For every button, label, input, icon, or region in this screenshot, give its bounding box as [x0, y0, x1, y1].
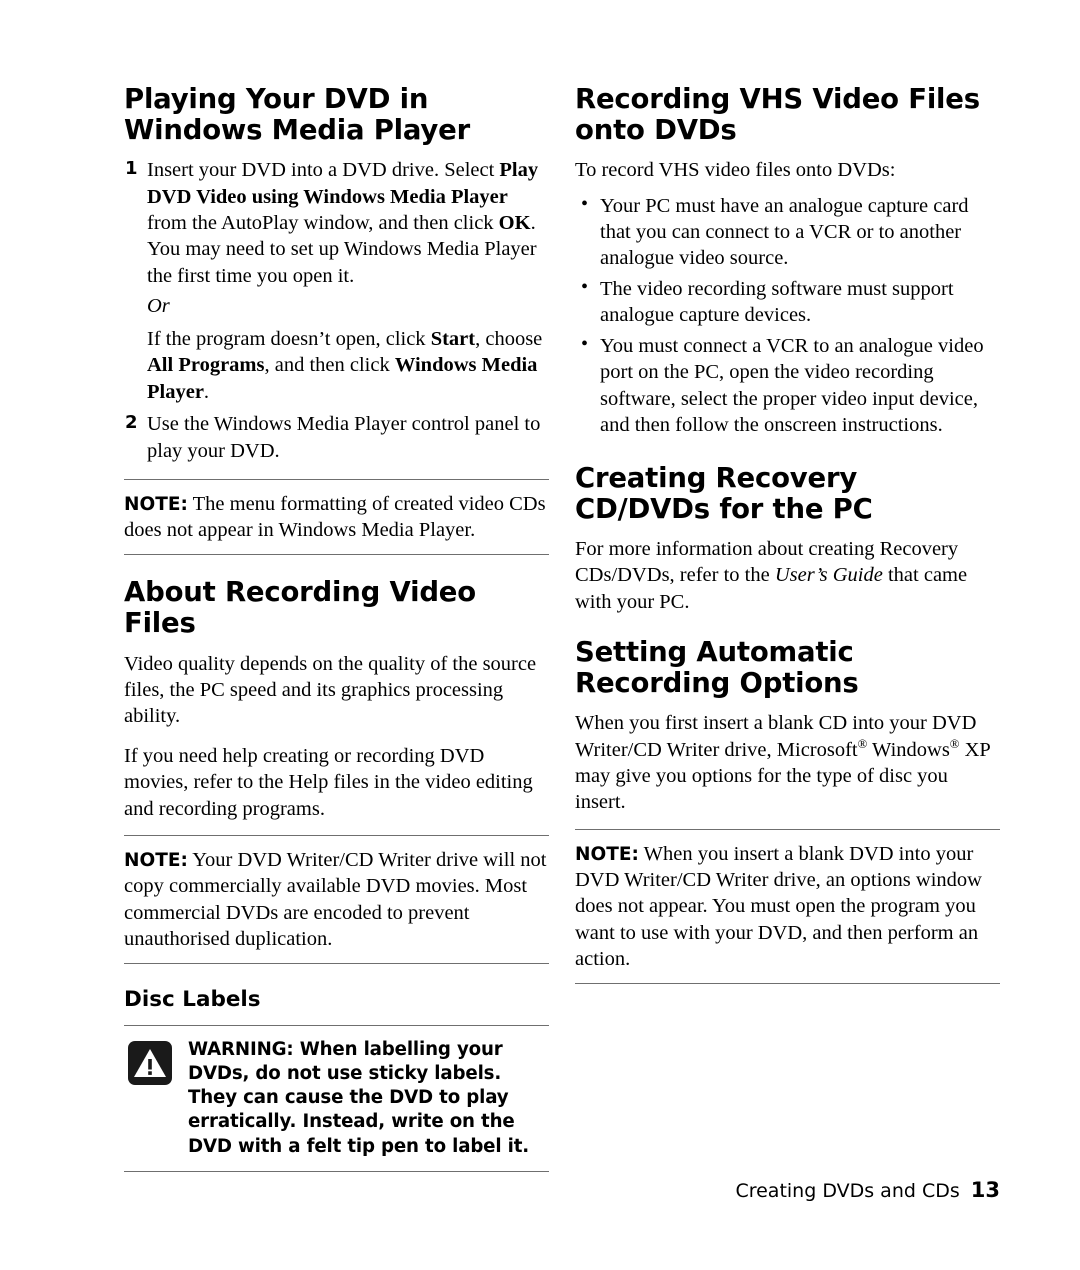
paragraph-intro-vhs: To record VHS video files onto DVDs: [575, 159, 896, 182]
right-column: Recording VHS Video Files onto DVDs To r… [575, 83, 1000, 984]
step-text-part: from the AutoPlay window, and then click [147, 212, 499, 234]
bullet-icon: • [581, 276, 589, 299]
heading-disc-labels: Disc Labels [124, 987, 261, 1013]
heading-setting-automatic-recording: Setting Automatic Recording Options [575, 635, 859, 699]
heading-playing-your-dvd: Playing Your DVD in Windows Media Player [124, 83, 470, 147]
playing-dvd-steps: 1 Insert your DVD into a DVD drive. Sele… [124, 157, 549, 464]
vhs-requirements-list: • Your PC must have an analogue capture … [575, 193, 1000, 439]
paragraph-help-files: If you need help creating or recording D… [124, 744, 533, 820]
list-item: • The video recording software must supp… [575, 276, 1000, 329]
heading-creating-recovery: Creating Recovery CD/DVDs for the PC [575, 461, 873, 525]
divider [124, 1170, 549, 1172]
step-marker: 2 [125, 412, 138, 434]
note-dvd-writer: NOTE: Your DVD Writer/CD Writer drive wi… [124, 835, 549, 965]
step-text: Use the Windows Media Player control pan… [147, 413, 541, 462]
heading-recording-vhs: Recording VHS Video Files onto DVDs [575, 83, 980, 147]
list-item: 1 Insert your DVD into a DVD drive. Sele… [124, 157, 549, 405]
step-bold-term: OK [498, 212, 531, 234]
note-text: NOTE: When you insert a blank DVD into y… [575, 830, 1000, 983]
registered-trademark-symbol: ® [857, 736, 868, 751]
warning-text: WARNING: When labelling your DVDs, do no… [188, 1038, 530, 1157]
note-label: NOTE: [124, 493, 188, 515]
list-item: 2 Use the Windows Media Player control p… [124, 411, 549, 464]
alt-bold-term: Start [430, 327, 476, 350]
page-footer: Creating DVDs and CDs 13 [575, 1178, 1000, 1202]
note-body-text: Your DVD Writer/CD Writer drive will not… [124, 849, 547, 950]
step-marker: 1 [125, 158, 138, 180]
divider [124, 554, 549, 556]
bullet-icon: • [581, 193, 589, 216]
step-text-part: Insert your DVD into a DVD drive. Select [147, 159, 500, 182]
bullet-text: You must connect a VCR to an analogue vi… [600, 334, 984, 437]
bullet-icon: • [581, 333, 589, 356]
or-separator: Or [147, 295, 170, 318]
divider [575, 982, 1000, 984]
alt-text-part: If the program doesn’t open, click [147, 327, 431, 350]
note-text: NOTE: Your DVD Writer/CD Writer drive wi… [124, 836, 549, 963]
note-label: NOTE: [575, 843, 639, 865]
alt-bold-term: All Programs [147, 354, 265, 377]
bullet-text: Your PC must have an analogue capture ca… [600, 194, 969, 270]
step-text: Insert your DVD into a DVD drive. Select… [147, 159, 538, 287]
warning-disc-labels: WARNING: When labelling your DVDs, do no… [124, 1024, 549, 1172]
recovery-italic-title: User’s Guide [774, 564, 883, 587]
alt-text-part: , choose [475, 327, 543, 350]
footer-chapter-title: Creating DVDs and CDs [735, 1180, 960, 1202]
step-alternative: If the program doesn’t open, click Start… [147, 326, 549, 405]
heading-about-recording-video-files: About Recording Video Files [124, 576, 476, 640]
left-column: Playing Your DVD in Windows Media Player… [124, 83, 549, 1172]
note-media-player: NOTE: The menu formatting of created vid… [124, 478, 549, 556]
paragraph-video-quality: Video quality depends on the quality of … [124, 652, 537, 728]
registered-trademark-symbol: ® [949, 736, 960, 751]
page-number: 13 [970, 1178, 1000, 1202]
document-page: Playing Your DVD in Windows Media Player… [0, 0, 1080, 1270]
list-item: • You must connect a VCR to an analogue … [575, 333, 1000, 439]
note-body-text: The menu formatting of created video CDs… [124, 492, 546, 542]
list-item: • Your PC must have an analogue capture … [575, 193, 1000, 272]
bullet-text: The video recording software must suppor… [600, 277, 954, 327]
note-blank-dvd: NOTE: When you insert a blank DVD into y… [575, 828, 1000, 984]
paragraph-auto-recording: When you first insert a blank CD into yo… [575, 710, 1000, 816]
divider [124, 963, 549, 965]
auto-text-part: Windows [867, 738, 950, 761]
warning-triangle-icon [128, 1040, 172, 1085]
note-text: NOTE: The menu formatting of created vid… [124, 480, 549, 554]
note-label: NOTE: [124, 850, 188, 872]
alt-text-part: . [203, 380, 210, 403]
alt-text-part: , and then click [264, 354, 395, 377]
paragraph-recovery: For more information about creating Reco… [575, 536, 1000, 615]
